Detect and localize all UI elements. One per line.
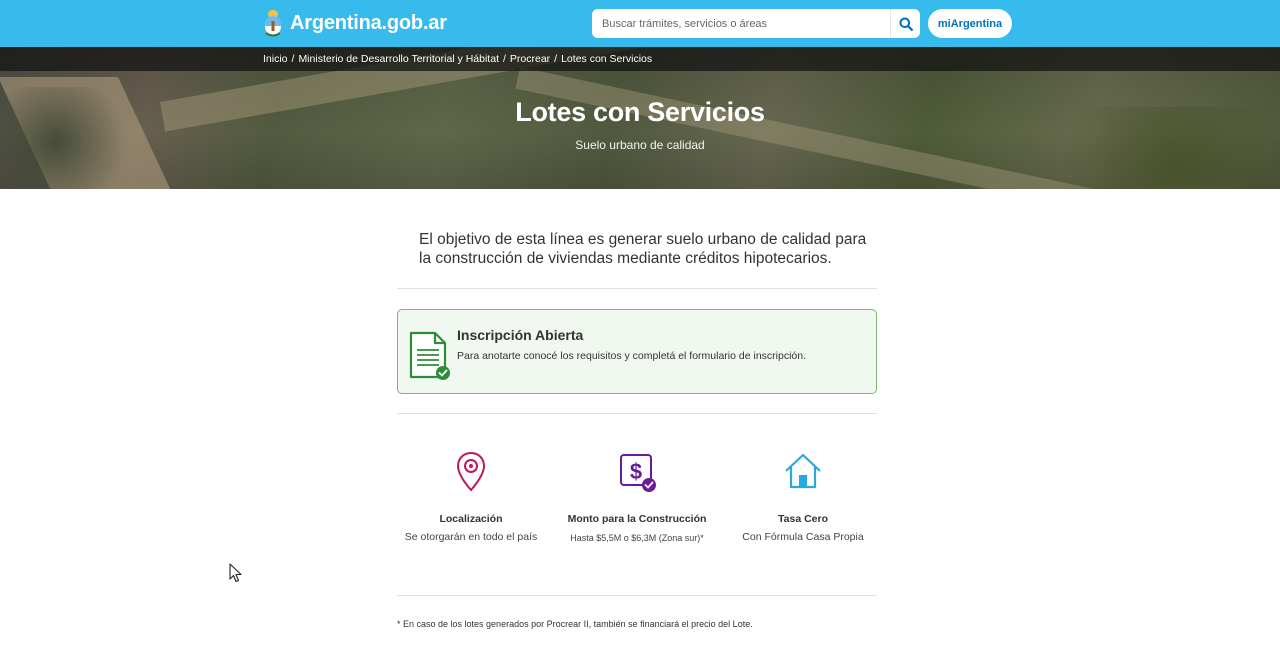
feature-title: Monto para la Construcción — [567, 513, 707, 525]
divider — [397, 288, 877, 289]
logo-text: Argentina.gob.ar — [290, 11, 447, 34]
location-pin-icon — [456, 451, 486, 492]
document-check-icon — [409, 331, 450, 380]
search-box — [592, 9, 920, 38]
divider — [397, 413, 877, 414]
search-icon — [899, 17, 913, 31]
breadcrumb-separator: / — [554, 53, 558, 65]
registration-alert: Inscripción Abierta Para anotarte conocé… — [397, 309, 877, 394]
top-header: Argentina.gob.ar miArgentina — [0, 0, 1280, 47]
money-check-icon: $ — [620, 454, 656, 492]
alert-title: Inscripción Abierta — [457, 327, 584, 343]
search-button[interactable] — [890, 9, 920, 38]
feature-title: Localización — [439, 513, 503, 525]
coat-of-arms-icon — [265, 10, 281, 37]
breadcrumb: Inicio / Ministerio de Desarrollo Territ… — [0, 47, 1280, 71]
hero-banner: Inicio / Ministerio de Desarrollo Territ… — [0, 47, 1280, 189]
alert-text: Para anotarte conocé los requisitos y co… — [457, 350, 807, 362]
footnote: * En caso de los lotes generados por Pro… — [397, 619, 753, 629]
breadcrumb-separator: / — [502, 53, 506, 65]
mi-argentina-button[interactable]: miArgentina — [928, 9, 1012, 38]
breadcrumb-item-ministerio[interactable]: Ministerio de Desarrollo Territorial y H… — [298, 53, 499, 65]
feature-title: Tasa Cero — [778, 513, 828, 525]
breadcrumb-item-procrear[interactable]: Procrear — [510, 53, 550, 65]
feature-monto: $ Monto para la Construcción Hasta $5,5M… — [557, 450, 717, 543]
feature-description: Con Fórmula Casa Propia — [742, 531, 864, 543]
svg-text:$: $ — [630, 459, 642, 484]
feature-description: Hasta $5,5M o $6,3M (Zona sur)* — [570, 533, 704, 543]
site-logo[interactable]: Argentina.gob.ar — [262, 9, 447, 37]
feature-tasa-cero: Tasa Cero Con Fórmula Casa Propia — [723, 450, 883, 543]
lead-paragraph: El objetivo de esta línea es generar sue… — [419, 231, 867, 267]
feature-localizacion: Localización Se otorgarán en todo el paí… — [391, 450, 551, 543]
search-input[interactable] — [592, 9, 890, 38]
mouse-cursor-icon — [229, 563, 242, 583]
breadcrumb-item-current: Lotes con Servicios — [561, 53, 653, 65]
house-icon — [785, 453, 821, 489]
breadcrumb-separator: / — [291, 53, 295, 65]
page-subtitle: Suelo urbano de calidad — [575, 138, 705, 152]
page-title: Lotes con Servicios — [515, 97, 765, 127]
divider — [397, 595, 877, 596]
feature-description: Se otorgarán en todo el país — [404, 531, 538, 543]
breadcrumb-item-inicio[interactable]: Inicio — [263, 53, 288, 65]
